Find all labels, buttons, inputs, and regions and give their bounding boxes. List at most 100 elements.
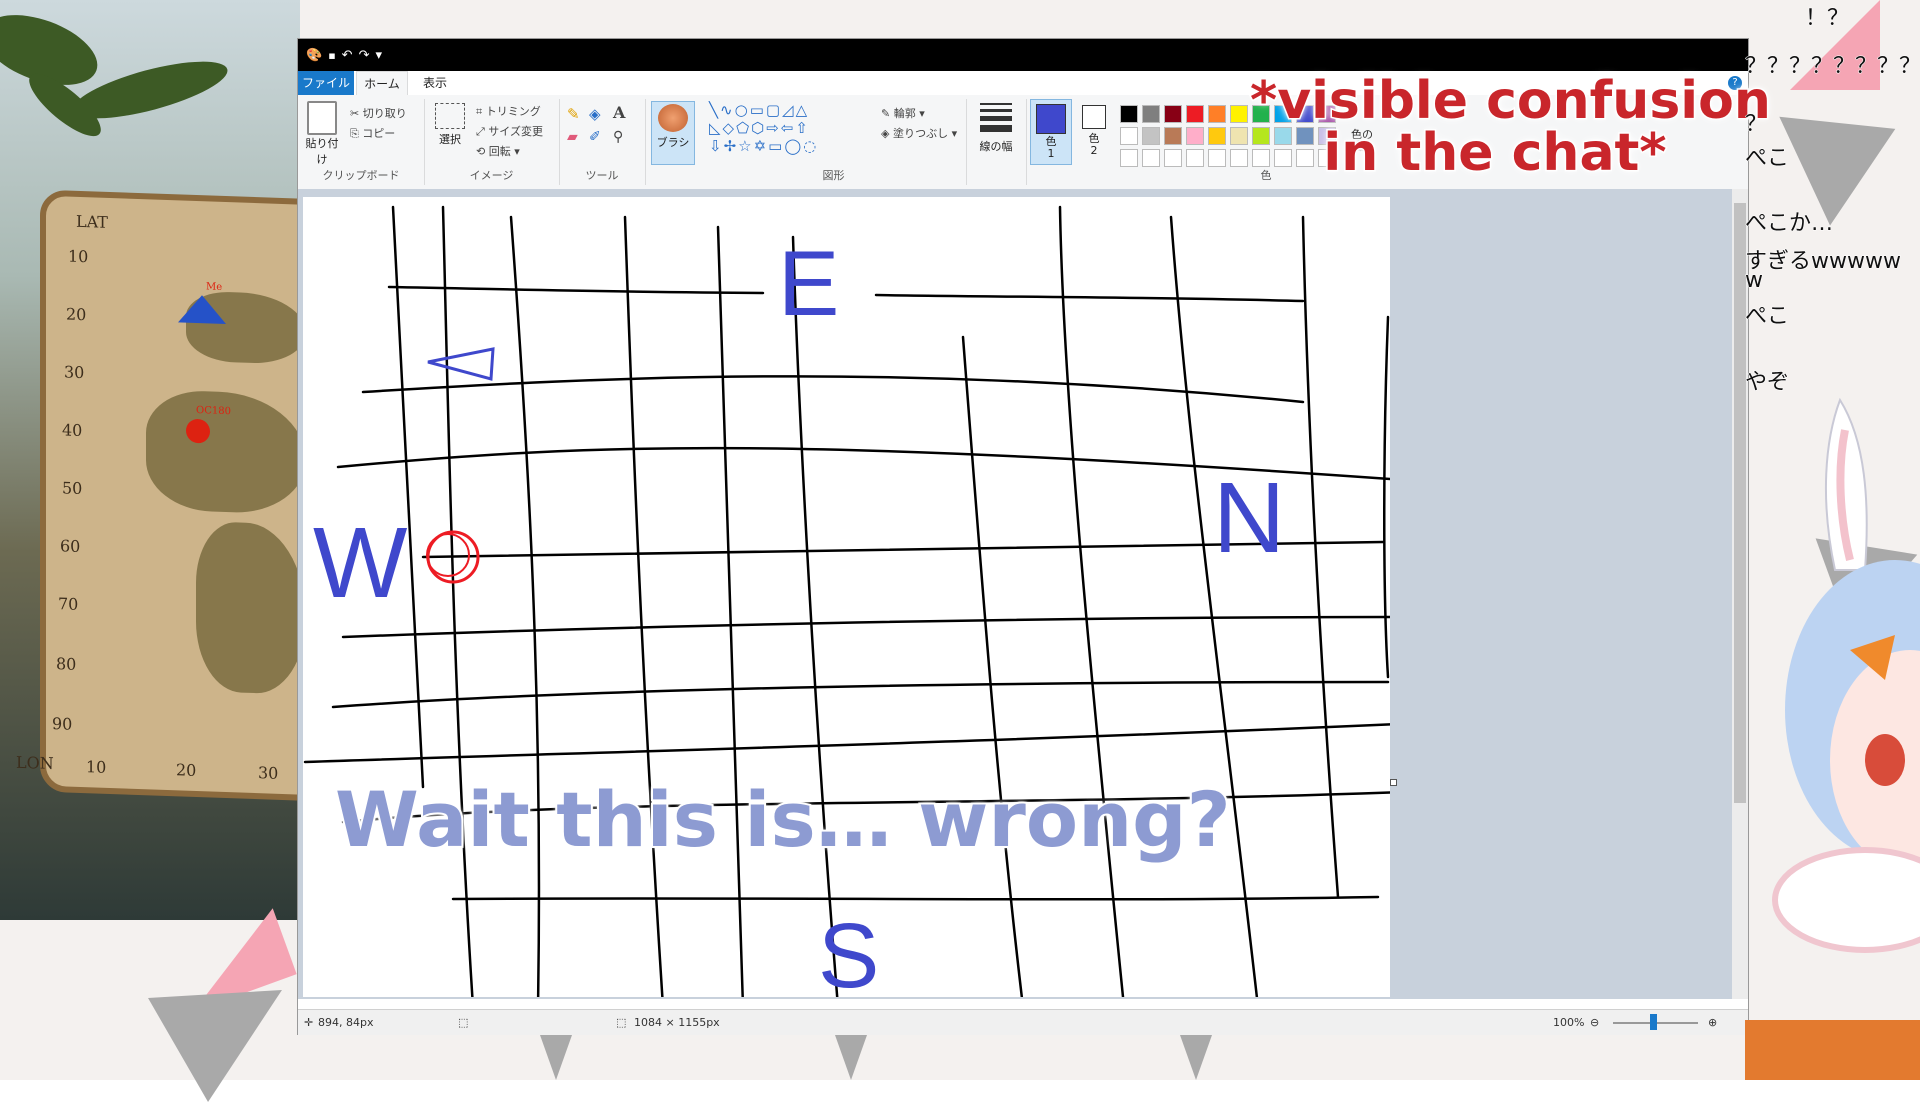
copy-button[interactable]: ⎘ コピー (350, 125, 395, 141)
paste-button[interactable]: 貼り付け (304, 101, 340, 167)
outline-button[interactable]: ✎ 輪郭 ▾ (881, 105, 925, 121)
clipboard-icon (307, 101, 337, 135)
decor-arrow-icon (1180, 1035, 1212, 1080)
tab-view[interactable]: 表示 (410, 71, 460, 95)
grid-line (623, 215, 665, 1009)
decor-arrow-icon (835, 1035, 867, 1080)
drawing-canvas[interactable]: E W N S (303, 197, 1445, 1009)
shapes-group: ╲∿○▭▢◿△ ◺◇⬠⬡⇨⇦⇧ ⇩✢☆✡▭◯◌ ✎ 輪郭 ▾ ◈ 塗りつぶし ▾ 図… (701, 99, 967, 185)
file-menu[interactable]: ファイル (298, 71, 354, 95)
vtuber-avatar (1715, 380, 1920, 1100)
undo-icon[interactable]: ↶ (342, 48, 353, 63)
brush-label: ブラシ (656, 136, 690, 149)
map-lon-tick: 10 (86, 757, 107, 777)
chat-message: ？？？？？？？？ (1744, 54, 1920, 80)
text-tool-icon[interactable]: A (613, 103, 625, 122)
zoom-in-icon[interactable]: ⊕ (1708, 1016, 1717, 1029)
palette-swatch[interactable] (1186, 127, 1204, 145)
palette-swatch[interactable] (1230, 105, 1248, 123)
palette-swatch-empty[interactable] (1230, 149, 1248, 167)
canvas-area: E W N S (298, 189, 1732, 1009)
grid-line (1169, 215, 1260, 1009)
grid-line (716, 225, 745, 1009)
chat-message: ！？ (1804, 6, 1850, 32)
color1-label: 色 1 (1045, 135, 1057, 160)
grid-line (874, 293, 1305, 303)
grid-line (791, 235, 840, 1009)
crop-button[interactable]: ⌗ トリミング (476, 103, 541, 119)
palette-swatch[interactable] (1120, 127, 1138, 145)
color1-button[interactable]: 色 1 (1030, 99, 1072, 165)
size-button[interactable]: 線の幅 (974, 103, 1018, 154)
map-lat-tick: 10 (68, 246, 89, 267)
palette-swatch[interactable] (1164, 105, 1182, 123)
palette-swatch-empty[interactable] (1142, 149, 1160, 167)
canvas-resize-handle[interactable] (1390, 779, 1397, 786)
rotate-label: 回転 (488, 145, 511, 158)
color2-button[interactable]: 色 2 (1076, 99, 1112, 163)
select-label: 選択 (439, 133, 461, 146)
grid-line (361, 375, 1305, 404)
cut-button[interactable]: ✂ 切り取り (350, 105, 407, 121)
save-icon[interactable]: ▪ (328, 49, 335, 62)
tab-home[interactable]: ホーム (356, 71, 408, 96)
paste-label: 貼り付け (305, 137, 339, 166)
clipboard-group: 貼り付け ✂ 切り取り ⎘ コピー クリップボード (298, 99, 425, 185)
resize-button[interactable]: ⤢ サイズ変更 (476, 123, 543, 139)
palette-swatch-empty[interactable] (1120, 149, 1138, 167)
select-button[interactable]: 選択 (430, 101, 470, 147)
chat-message: ぺこ (1744, 146, 1790, 172)
palette-swatch-empty[interactable] (1208, 149, 1226, 167)
shapes-gallery[interactable]: ╲∿○▭▢◿△ ◺◇⬠⬡⇨⇦⇧ ⇩✢☆✡▭◯◌ (709, 101, 818, 155)
palette-swatch[interactable] (1208, 105, 1226, 123)
cursor-icon: ✛ (304, 1016, 314, 1029)
palette-swatch[interactable] (1164, 127, 1182, 145)
arrow-marker-icon (427, 347, 495, 381)
palette-swatch-empty[interactable] (1186, 149, 1204, 167)
map-lat-tick: 70 (58, 594, 79, 614)
copy-label: コピー (362, 127, 396, 140)
player-marker-icon (178, 294, 226, 325)
magnifier-icon[interactable]: ⚲ (613, 129, 623, 145)
pencil-icon[interactable]: ✎ (567, 105, 580, 123)
fill-button[interactable]: ◈ 塗りつぶし ▾ (881, 125, 957, 141)
status-bar: ✛ 894, 84px ⬚ ⬚ 1084 × 1155px 100% ⊖ ⊕ (298, 1009, 1748, 1035)
cursor-position: 894, 84px (318, 1016, 374, 1029)
fill-icon[interactable]: ◈ (589, 105, 601, 123)
palette-swatch[interactable] (1142, 127, 1160, 145)
fill-label: 塗りつぶし (892, 127, 949, 140)
map-lat-tick: 50 (62, 478, 83, 499)
map-lat-tick: 20 (66, 304, 87, 325)
size-group: 線の幅 (966, 99, 1027, 185)
caption-top: *visible confusion in the chat* (1249, 74, 1773, 181)
palette-swatch[interactable] (1142, 105, 1160, 123)
cut-label: 切り取り (362, 107, 407, 120)
customize-toolbar-icon[interactable]: ▾ (375, 48, 382, 63)
grid-line (509, 215, 541, 1009)
avatar-fur-collar (1772, 847, 1920, 953)
outline-label: 輪郭 (893, 107, 916, 120)
zoom-out-icon[interactable]: ⊖ (1590, 1016, 1599, 1029)
palette-swatch[interactable] (1208, 127, 1226, 145)
decor-arrow-icon (540, 1035, 572, 1080)
clipboard-group-label: クリップボード (322, 169, 400, 182)
game-map: LAT 10 20 30 40 50 60 70 80 90 LON 10 20… (16, 189, 300, 803)
caption-bottom: Wait this is… wrong? (333, 773, 1233, 866)
map-lat-tick: 60 (60, 536, 81, 556)
chat-message: w (1745, 268, 1764, 294)
game-view: LAT 10 20 30 40 50 60 70 80 90 LON 10 20… (0, 0, 300, 920)
player-label: Me (206, 281, 223, 293)
color-picker-icon[interactable]: ✐ (589, 129, 601, 145)
color2-swatch (1082, 105, 1106, 129)
palette-swatch[interactable] (1230, 127, 1248, 145)
map-lat-tick: 90 (52, 713, 73, 734)
palette-swatch[interactable] (1186, 105, 1204, 123)
redo-icon[interactable]: ↷ (359, 48, 370, 63)
palette-swatch-empty[interactable] (1164, 149, 1182, 167)
grid-line (441, 205, 475, 1009)
eraser-icon[interactable]: ▰ (567, 129, 578, 145)
zoom-slider-thumb[interactable] (1650, 1014, 1657, 1030)
palette-swatch[interactable] (1120, 105, 1138, 123)
brush-button[interactable]: ブラシ (651, 101, 695, 165)
rotate-button[interactable]: ⟲ 回転 ▾ (476, 143, 520, 159)
